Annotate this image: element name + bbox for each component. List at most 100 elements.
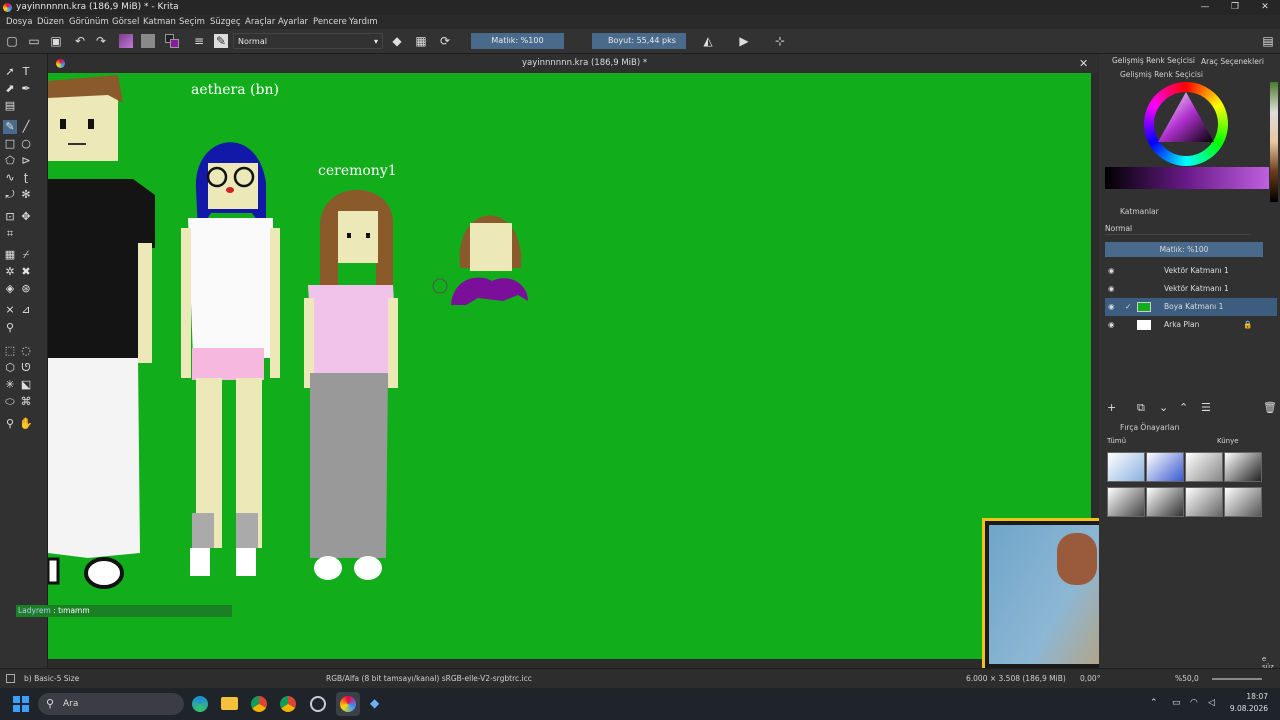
measure-tool-icon[interactable]: ⊿ (19, 303, 33, 317)
tray-chevron-icon[interactable]: ⌃ (1150, 698, 1158, 708)
brush-preset-item[interactable] (1146, 452, 1184, 482)
brush-preset-item[interactable] (1185, 452, 1223, 482)
move-up-icon[interactable]: ⌃ (1179, 401, 1188, 414)
menu-gorsel[interactable]: Görsel (112, 15, 139, 29)
layer-opacity-slider[interactable]: Matlık: %100 (1105, 242, 1263, 257)
menu-dosya[interactable]: Dosya (6, 15, 32, 29)
zoom-tool-icon[interactable]: ⚲ (3, 417, 17, 431)
alpha-lock-icon[interactable]: ▦ (414, 34, 428, 48)
brush-preset-item[interactable] (1107, 487, 1145, 517)
windows-start-icon[interactable] (13, 696, 29, 712)
polyline-tool-icon[interactable]: ⊳ (19, 154, 33, 168)
clock-date[interactable]: 9.08.2026 (1222, 704, 1268, 713)
taskbar-search[interactable]: ⚲ Ara (38, 693, 184, 715)
brush-tag-button[interactable]: Künye (1217, 437, 1239, 445)
line-tool-icon[interactable]: ╱ (19, 120, 33, 134)
edge-icon[interactable] (192, 696, 208, 712)
clock-time[interactable]: 18:07 (1222, 692, 1268, 701)
undo-icon[interactable]: ↶ (73, 34, 87, 48)
brush-preset-item[interactable] (1107, 452, 1145, 482)
move-down-icon[interactable]: ⌄ (1159, 401, 1168, 414)
close-button[interactable]: ✕ (1250, 0, 1280, 15)
opacity-slider[interactable]: Matlık: %100 (471, 33, 564, 49)
polygon-select-icon[interactable]: ⬡ (3, 361, 17, 375)
select-shape-icon[interactable]: ➚ (3, 65, 17, 79)
ellipse-select-icon[interactable]: ◌ (19, 344, 33, 358)
menu-katman[interactable]: Katman (143, 15, 176, 29)
restore-button[interactable]: ❐ (1220, 0, 1250, 15)
lock-icon[interactable]: 🔒 (1243, 316, 1252, 334)
visibility-icon[interactable]: ◉ (1108, 316, 1115, 334)
magnetic-select-icon[interactable]: ⌘ (19, 395, 33, 409)
visibility-icon[interactable]: ◉ (1108, 262, 1115, 280)
duplicate-layer-icon[interactable]: ⧉ (1137, 401, 1145, 415)
crop-wrap-icon[interactable]: ⊹ (773, 34, 787, 48)
redo-icon[interactable]: ↷ (94, 34, 108, 48)
layer-row-active[interactable]: ◉ ✓ Boya Katmanı 1 (1105, 298, 1277, 316)
brush-preset-icon[interactable]: ✎ (214, 34, 228, 48)
new-document-icon[interactable]: ▢ (5, 34, 19, 48)
save-icon[interactable]: ▣ (49, 34, 63, 48)
assistant-tool-icon[interactable]: ⨯ (3, 303, 17, 317)
smart-patch-icon[interactable]: ✲ (3, 265, 17, 279)
layer-row[interactable]: ◉ Vektör Katmanı 1 (1105, 262, 1277, 280)
color-history[interactable] (1270, 82, 1278, 202)
status-zoom[interactable]: %50,0 (1175, 669, 1199, 689)
obs-icon[interactable] (310, 696, 326, 712)
rectangle-tool-icon[interactable]: □ (3, 137, 17, 151)
blend-mode-select[interactable]: Normal ▾ (233, 33, 383, 49)
visibility-icon[interactable]: ◉ (1108, 298, 1115, 316)
mirror-horizontal-icon[interactable]: ◭ (701, 34, 715, 48)
chrome-profile-icon[interactable] (280, 696, 296, 712)
move-tool-icon[interactable]: ✥ (19, 210, 33, 224)
brush-settings-icon[interactable]: ≡ (192, 34, 206, 48)
layer-properties-icon[interactable]: ☰ (1201, 401, 1211, 414)
document-tab[interactable]: yayinnnnnn.kra (186,9 MiB) * ✕ (48, 54, 1098, 73)
tab-color-selector[interactable]: Gelişmiş Renk Seçicisi (1112, 56, 1195, 65)
gradient-tool-icon[interactable]: ▦ (3, 248, 17, 262)
fill-tool-icon[interactable]: ◈ (3, 282, 17, 296)
add-layer-icon[interactable]: + (1107, 401, 1116, 414)
hue-ring[interactable] (1144, 82, 1228, 166)
polygon-tool-icon[interactable]: ⬠ (3, 154, 17, 168)
brush-filter-select[interactable]: Tümü (1107, 437, 1199, 445)
menu-araclar[interactable]: Araçlar (245, 15, 275, 29)
colorize-mask-icon[interactable]: ✖ (19, 265, 33, 279)
visibility-icon[interactable]: ◉ (1108, 280, 1115, 298)
status-rotation[interactable]: 0,00° (1080, 669, 1100, 689)
chrome-icon[interactable] (251, 696, 267, 712)
size-slider[interactable]: Boyut: 55,44 pks (592, 33, 686, 49)
similar-select-icon[interactable]: ⬕ (19, 378, 33, 392)
dynamic-brush-icon[interactable]: ⤾ (3, 188, 17, 202)
delete-layer-icon[interactable]: 🗑 (1263, 401, 1277, 414)
krita-taskbar-button[interactable] (336, 692, 360, 716)
pan-tool-icon[interactable]: ✋ (19, 417, 33, 431)
reference-tool-icon[interactable]: ⚲ (3, 321, 17, 335)
brush-preset-item[interactable] (1146, 487, 1184, 517)
mirror-vertical-icon[interactable]: ▶ (737, 34, 751, 48)
freehand-select-icon[interactable]: ᘎ (19, 361, 33, 375)
menu-pencere[interactable]: Pencere (313, 15, 347, 29)
edit-shape-icon[interactable]: ⬈ (3, 82, 17, 96)
menu-secim[interactable]: Seçim (179, 15, 205, 29)
color-picker-icon[interactable]: ⌿ (19, 248, 33, 262)
zoom-slider[interactable] (1212, 678, 1262, 680)
panel-toggle-icon[interactable]: ▤ (1261, 34, 1275, 48)
bezier-select-icon[interactable]: ⬭ (3, 395, 17, 409)
eraser-icon[interactable]: ◆ (390, 34, 404, 48)
rect-select-icon[interactable]: ⬚ (3, 344, 17, 358)
saturation-triangle[interactable] (1144, 82, 1228, 166)
text-tool-icon[interactable]: T (19, 65, 33, 79)
menu-gorunum[interactable]: Görünüm (69, 15, 109, 29)
brush-preset-item[interactable] (1185, 487, 1223, 517)
ellipse-tool-icon[interactable]: ○ (19, 137, 33, 151)
drawing-canvas[interactable]: aethera (bn) ceremony1 (48, 73, 1091, 659)
enclose-fill-icon[interactable]: ⊛ (19, 282, 33, 296)
vscode-icon[interactable]: ◆ (370, 696, 384, 712)
calligraphy-icon[interactable]: ✒ (19, 82, 33, 96)
bezier-tool-icon[interactable]: ∿ (3, 171, 17, 185)
network-icon[interactable]: ▭ (1172, 698, 1181, 708)
minimize-button[interactable]: — (1190, 0, 1220, 15)
layer-row[interactable]: ◉ Arka Plan 🔒 (1105, 316, 1277, 334)
open-folder-icon[interactable]: ▭ (27, 34, 41, 48)
